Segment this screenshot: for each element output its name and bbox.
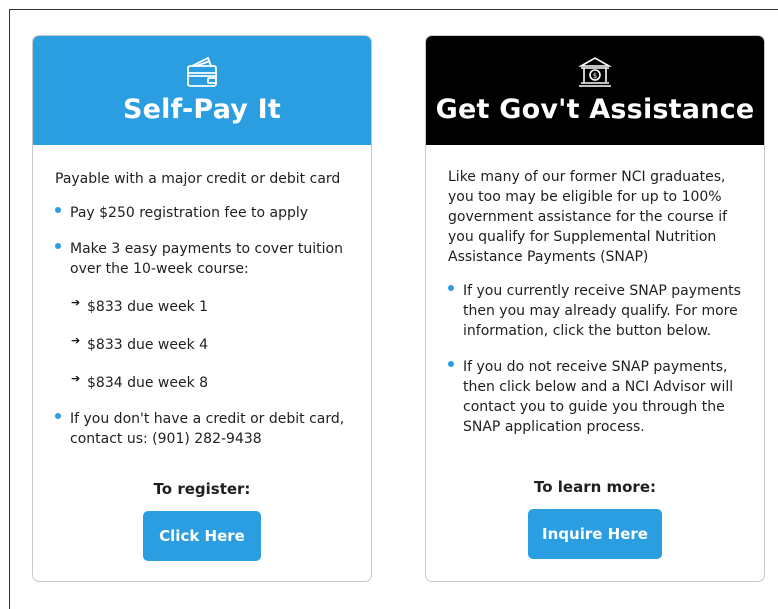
- bullet-icon: [55, 207, 61, 213]
- learn-more-label: To learn more:: [533, 478, 656, 496]
- bank-icon: $: [578, 52, 612, 92]
- payment-item: ➔ $834 due week 8: [55, 372, 349, 393]
- register-label: To register:: [153, 480, 251, 498]
- click-here-button[interactable]: Click Here: [143, 511, 261, 561]
- list-item-text: If you do not receive SNAP payments, the…: [463, 359, 734, 435]
- bullet-icon: [55, 243, 61, 249]
- gov-assist-card: $ Get Gov't Assistance Like many of our …: [425, 35, 765, 582]
- list-item: Make 3 easy payments to cover tuition ov…: [55, 239, 349, 279]
- list-item-text: Make 3 easy payments to cover tuition ov…: [70, 241, 343, 277]
- self-pay-header: Self-Pay It: [33, 36, 371, 145]
- list-item-text: If you currently receive SNAP payments t…: [463, 283, 741, 339]
- payment-item: ➔ $833 due week 1: [55, 296, 349, 317]
- payment-item: ➔ $833 due week 4: [55, 334, 349, 355]
- arrow-icon: ➔: [71, 296, 81, 309]
- inquire-here-button[interactable]: Inquire Here: [528, 509, 662, 559]
- payment-text: $833 due week 4: [87, 337, 209, 353]
- self-pay-card: Self-Pay It Payable with a major credit …: [32, 35, 372, 582]
- list-item-text: If you don't have a credit or debit card…: [70, 411, 345, 447]
- bullet-icon: [55, 413, 61, 419]
- list-item: Pay $250 registration fee to apply: [55, 203, 349, 223]
- bullet-icon: [448, 361, 454, 367]
- payment-text: $834 due week 8: [87, 375, 209, 391]
- list-item: If you currently receive SNAP payments t…: [448, 281, 742, 341]
- payment-text: $833 due week 1: [87, 299, 209, 315]
- list-item: If you don't have a credit or debit card…: [55, 409, 349, 449]
- arrow-icon: ➔: [71, 334, 81, 347]
- arrow-icon: ➔: [71, 372, 81, 385]
- list-item: If you do not receive SNAP payments, the…: [448, 357, 742, 437]
- gov-assist-intro: Like many of our former NCI graduates, y…: [448, 169, 728, 265]
- gov-assist-title: Get Gov't Assistance: [435, 94, 755, 125]
- gov-assist-header: $ Get Gov't Assistance: [426, 36, 764, 145]
- wallet-icon: [184, 52, 220, 92]
- svg-text:$: $: [593, 72, 597, 80]
- bullet-icon: [448, 285, 454, 291]
- self-pay-title: Self-Pay It: [122, 94, 282, 125]
- list-item-text: Pay $250 registration fee to apply: [70, 205, 309, 221]
- self-pay-intro: Payable with a major credit or debit car…: [55, 171, 341, 187]
